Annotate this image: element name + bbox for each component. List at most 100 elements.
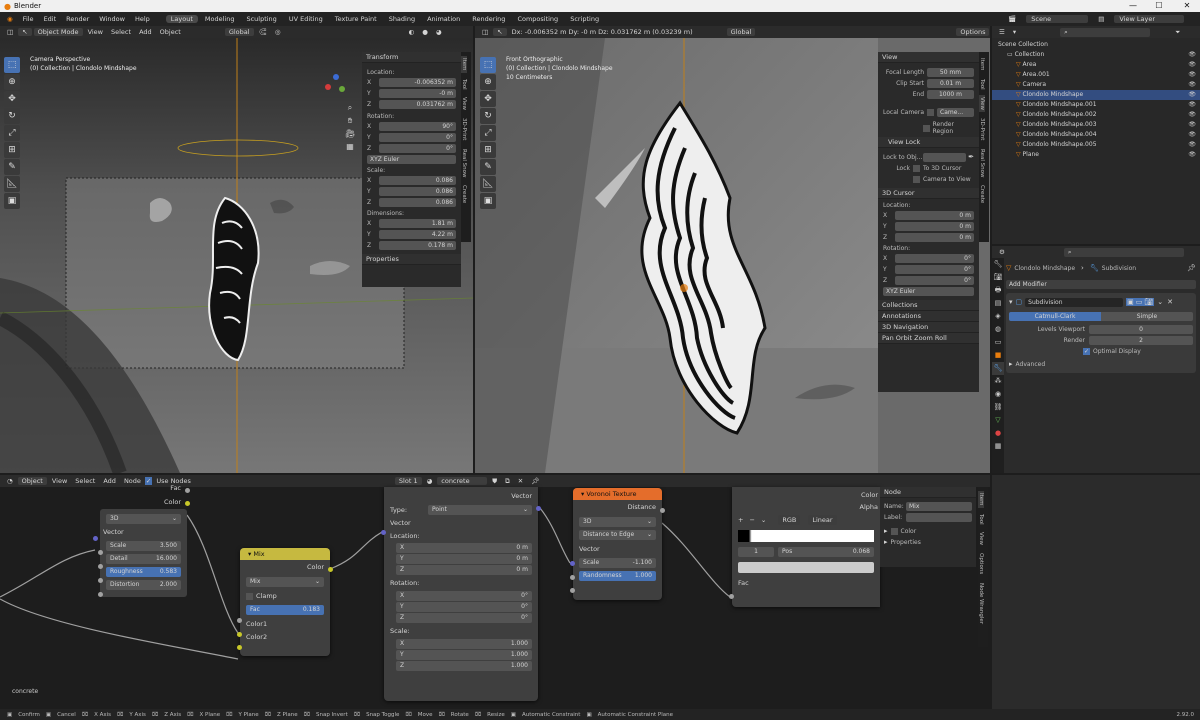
mix-color2-socket[interactable] xyxy=(237,645,242,650)
location-y-field[interactable]: -0 m xyxy=(379,88,456,98)
noise-fac-socket[interactable] xyxy=(185,488,190,493)
fake-user-shield-icon[interactable]: ⛊ xyxy=(488,477,501,486)
rotation-x-field[interactable]: 90° xyxy=(379,121,456,131)
vp2-transform-dropdown[interactable]: Global xyxy=(726,28,756,36)
editor-type-icon[interactable]: ◫ xyxy=(478,28,492,36)
visibility-eye-icon[interactable]: 👁︎ xyxy=(1188,130,1196,140)
vp1-tab-3dprint[interactable]: 3D-Print xyxy=(461,116,467,142)
unlink-material-icon[interactable]: ✕ xyxy=(514,477,527,485)
tab-compositing[interactable]: Compositing xyxy=(512,15,563,23)
maximize-icon[interactable]: ☐ xyxy=(1148,0,1170,12)
constraints-tab-icon[interactable]: ⛓ xyxy=(992,401,1004,414)
navigation-gizmo-icon[interactable] xyxy=(325,74,347,96)
voronoi-distance-socket[interactable] xyxy=(660,508,665,513)
shader-type-dropdown[interactable]: Object xyxy=(17,477,47,485)
vp1-tab-item[interactable]: Item xyxy=(461,56,467,73)
transform-tool-icon[interactable]: ⊞ xyxy=(480,142,496,158)
blender-menu-icon[interactable]: ◉ xyxy=(2,15,18,23)
vp1-tab-realsnow[interactable]: Real Snow xyxy=(461,147,467,179)
node-pin-icon[interactable]: 📌︎ xyxy=(527,477,543,485)
visibility-eye-icon[interactable]: 👁︎ xyxy=(1188,120,1196,130)
view-layer-tab-icon[interactable]: ▤ xyxy=(992,297,1004,310)
properties-search-icon[interactable]: ⌕ xyxy=(1063,247,1184,257)
node-tab-item[interactable]: Item xyxy=(978,491,984,508)
node-color-chevron-icon[interactable]: ▸ xyxy=(884,527,888,535)
add-stop-icon[interactable]: + xyxy=(738,516,743,524)
mix-node-header[interactable]: ▾ Mix xyxy=(240,548,330,560)
tab-uv-editing[interactable]: UV Editing xyxy=(284,15,328,23)
voronoi-node-header[interactable]: ▾ Voronoi Texture xyxy=(573,488,662,500)
move-tool-icon[interactable]: ✥ xyxy=(480,91,496,107)
viewport-front[interactable]: ◫ ↖ Dx: -0.006352 m Dy: -0 m Dz: 0.03176… xyxy=(475,26,990,473)
visibility-eye-icon[interactable]: 👁︎ xyxy=(1188,60,1196,70)
minimize-icon[interactable]: — xyxy=(1122,0,1144,12)
view-lock-header[interactable]: View Lock xyxy=(878,137,979,148)
menu-help[interactable]: Help xyxy=(130,15,155,23)
rotation-y-field[interactable]: 0° xyxy=(379,132,456,142)
tool-tab-icon[interactable]: 🔧︎ xyxy=(992,258,1004,271)
dimensions-z-field[interactable]: 0.178 m xyxy=(379,240,456,250)
vp1-tab-tool[interactable]: Tool xyxy=(461,77,467,92)
add-cube-tool-icon[interactable]: ▣ xyxy=(480,193,496,209)
ramp-stop-color-swatch[interactable] xyxy=(738,562,874,573)
visibility-eye-icon[interactable]: 👁︎ xyxy=(1188,110,1196,120)
ramp-color-mode-dropdown[interactable]: RGB xyxy=(778,515,801,525)
vp2-tab-3dprint[interactable]: 3D-Print xyxy=(979,116,985,142)
vp1-tab-create[interactable]: Create xyxy=(461,183,467,205)
ramp-interpolation-dropdown[interactable]: Linear xyxy=(808,515,837,525)
noise-scale-field[interactable]: Scale 3.500 xyxy=(106,541,181,551)
advanced-chevron-icon[interactable]: ▸ xyxy=(1009,360,1013,368)
menu-window[interactable]: Window xyxy=(94,15,130,23)
mix-color-out-socket[interactable] xyxy=(328,567,333,572)
viewport-toggle-icon[interactable]: ▭ xyxy=(1134,298,1144,306)
node-tab-options[interactable]: Options xyxy=(978,551,984,576)
outliner-item[interactable]: ▽ Clondolo Mindshape 👁︎ xyxy=(992,90,1200,100)
node-properties-chevron-icon[interactable]: ▸ xyxy=(884,538,888,546)
outliner-search-icon[interactable]: ⌕ xyxy=(1060,27,1151,37)
lock-object-field[interactable] xyxy=(923,152,967,162)
output-tab-icon[interactable]: 🖶 xyxy=(992,284,1004,297)
mix-rgb-node[interactable]: ▾ Mix Color Mix ⌄ Clamp Fac 0.183 Color1 C… xyxy=(240,548,330,656)
tab-texture-paint[interactable]: Texture Paint xyxy=(330,15,382,23)
outliner-item[interactable]: ▽ Area.001 👁︎ xyxy=(992,70,1200,80)
outliner-item[interactable]: ▽ Clondolo Mindshape.002 👁︎ xyxy=(992,110,1200,120)
remove-stop-icon[interactable]: − xyxy=(749,516,754,524)
proportional-edit-icon[interactable]: ◎ xyxy=(271,28,285,36)
vp1-menu-add[interactable]: Add xyxy=(135,28,156,36)
rotate-tool-icon[interactable]: ↻ xyxy=(480,108,496,124)
vp1-menu-object[interactable]: Object xyxy=(156,28,185,36)
rotation-mode-dropdown[interactable]: XYZ Euler xyxy=(367,154,456,164)
editor-type-icon[interactable]: ◫ xyxy=(3,28,17,36)
voronoi-randomness-socket[interactable] xyxy=(570,588,575,593)
scene-selector[interactable]: Scene xyxy=(1026,15,1089,23)
visibility-eye-icon[interactable]: 👁︎ xyxy=(1188,140,1196,150)
outliner-scene-collection[interactable]: Scene Collection xyxy=(992,40,1200,50)
viewport-camera[interactable]: ◫ ↖ Object Mode View Select Add Object G… xyxy=(0,26,473,473)
voronoi-feature-dropdown[interactable]: Distance to Edge ⌄ xyxy=(579,530,656,540)
modifier-name-field[interactable]: Subdivision xyxy=(1025,297,1124,307)
to-3d-cursor-checkbox[interactable] xyxy=(913,164,920,172)
outliner-item[interactable]: ▽ Clondolo Mindshape.004 👁︎ xyxy=(992,130,1200,140)
material-name-field[interactable]: concrete xyxy=(437,477,488,485)
shading-solid-icon[interactable]: ● xyxy=(418,28,432,36)
add-modifier-dropdown[interactable]: Add Modifier xyxy=(1006,279,1196,289)
node-tab-node-wrangler[interactable]: Node Wrangler xyxy=(978,581,984,626)
color-ramp-gradient[interactable] xyxy=(738,530,874,542)
annotations-panel-header[interactable]: Annotations xyxy=(878,311,979,322)
scale-tool-icon[interactable]: ⤢ xyxy=(4,125,20,141)
material-tab-icon[interactable]: ● xyxy=(992,427,1004,440)
pan-hand-icon[interactable]: ✋︎ xyxy=(344,114,356,127)
move-tool-icon[interactable]: ✥ xyxy=(4,91,20,107)
measure-tool-icon[interactable]: 📐︎ xyxy=(4,176,20,192)
vp1-menu-view[interactable]: View xyxy=(84,28,107,36)
cursor-rotation-x[interactable]: 0° xyxy=(895,253,974,263)
annotate-tool-icon[interactable]: ✎ xyxy=(4,159,20,175)
voronoi-texture-node[interactable]: ▾ Voronoi Texture Distance 3D ⌄ Distance … xyxy=(573,488,662,600)
scale-tool-icon[interactable]: ⤢ xyxy=(480,125,496,141)
dimensions-y-field[interactable]: 4.22 m xyxy=(379,229,456,239)
camera-to-view-checkbox[interactable] xyxy=(913,175,920,183)
cursor-rotation-mode[interactable]: XYZ Euler xyxy=(883,286,974,296)
transform-panel-header[interactable]: Transform xyxy=(362,52,461,63)
transform-tool-icon[interactable]: ⊞ xyxy=(4,142,20,158)
node-color-checkbox[interactable] xyxy=(890,527,898,535)
